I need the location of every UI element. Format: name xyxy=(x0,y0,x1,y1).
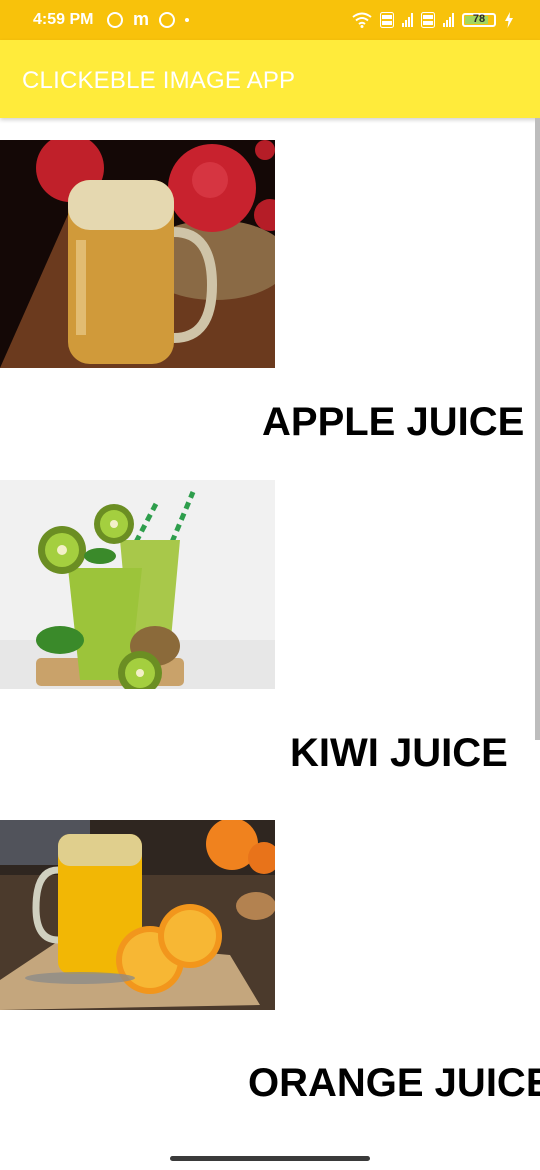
scrollbar[interactable] xyxy=(535,118,540,740)
status-bar: 4:59 PM m 78 xyxy=(0,0,540,40)
battery-percent: 78 xyxy=(472,13,486,25)
m-icon: m xyxy=(133,9,150,29)
volte-icon xyxy=(380,12,394,28)
status-icons-left: m xyxy=(107,9,190,30)
circle-icon xyxy=(107,11,123,28)
apple-juice-label: APPLE JUICE xyxy=(262,400,525,444)
chrome-icon xyxy=(159,11,176,28)
wifi-icon xyxy=(352,12,372,28)
battery-icon: 78 xyxy=(462,13,496,27)
app-bar: CLICKEBLE IMAGE APP xyxy=(0,40,540,118)
charging-icon xyxy=(505,12,513,28)
orange-juice-image[interactable] xyxy=(0,820,275,1010)
dot-icon xyxy=(185,17,190,22)
kiwi-juice-image[interactable] xyxy=(0,480,275,689)
signal-icon xyxy=(443,13,454,27)
home-indicator[interactable] xyxy=(170,1156,370,1161)
volte-icon xyxy=(421,12,435,28)
status-icons-right: 78 xyxy=(352,12,514,28)
app-title: CLICKEBLE IMAGE APP xyxy=(22,67,296,94)
apple-juice-image[interactable] xyxy=(0,140,275,368)
kiwi-juice-label: KIWI JUICE xyxy=(290,731,508,775)
orange-juice-label: ORANGE JUICE xyxy=(248,1061,540,1105)
status-time: 4:59 PM xyxy=(33,11,94,28)
signal-icon xyxy=(402,13,413,27)
